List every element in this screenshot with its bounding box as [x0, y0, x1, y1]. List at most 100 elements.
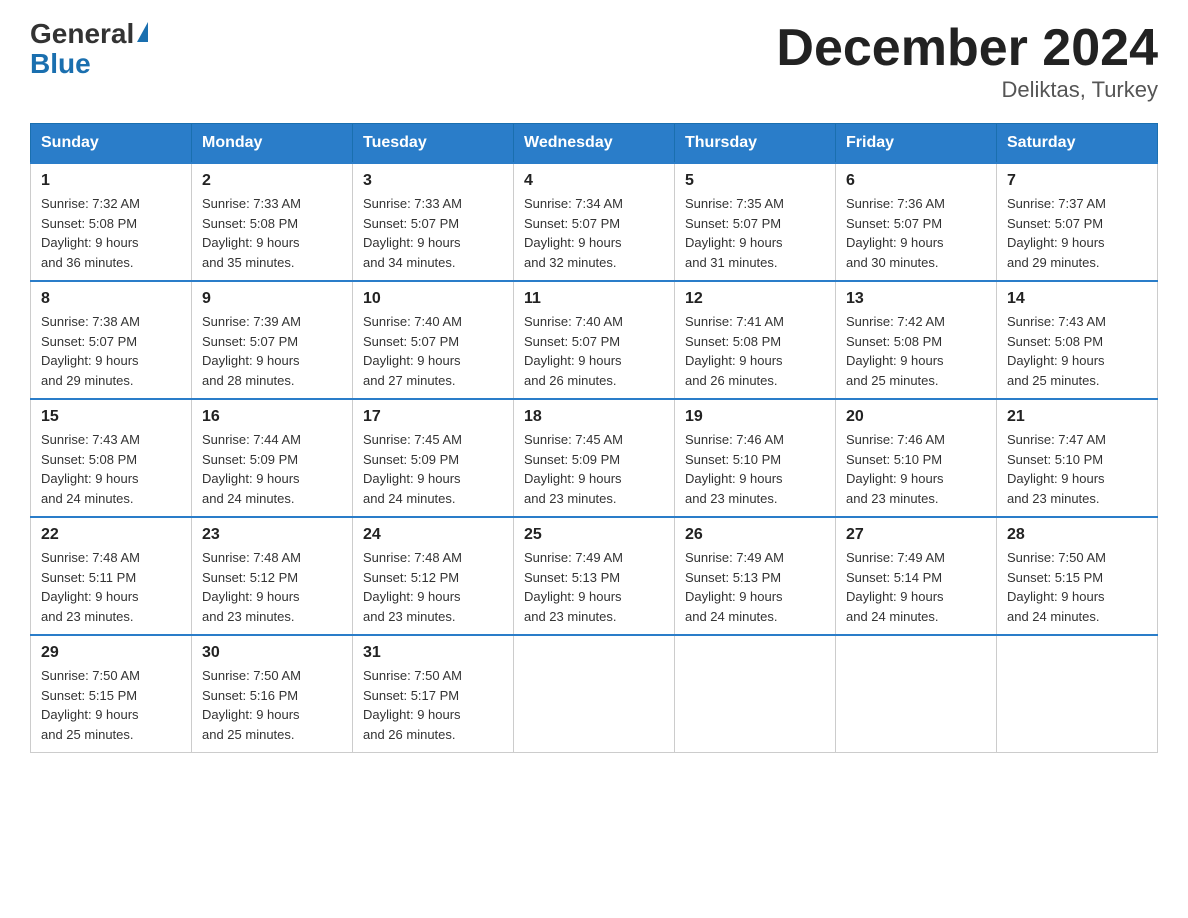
- day-info: Sunrise: 7:50 AMSunset: 5:15 PMDaylight:…: [1007, 550, 1106, 624]
- day-number: 2: [202, 172, 342, 190]
- day-number: 19: [685, 408, 825, 426]
- day-info: Sunrise: 7:40 AMSunset: 5:07 PMDaylight:…: [524, 314, 623, 388]
- day-number: 17: [363, 408, 503, 426]
- day-number: 1: [41, 172, 181, 190]
- calendar-week-row: 15 Sunrise: 7:43 AMSunset: 5:08 PMDaylig…: [31, 399, 1158, 517]
- day-number: 31: [363, 644, 503, 662]
- day-info: Sunrise: 7:41 AMSunset: 5:08 PMDaylight:…: [685, 314, 784, 388]
- day-number: 22: [41, 526, 181, 544]
- day-info: Sunrise: 7:43 AMSunset: 5:08 PMDaylight:…: [1007, 314, 1106, 388]
- day-info: Sunrise: 7:46 AMSunset: 5:10 PMDaylight:…: [685, 432, 784, 506]
- location-subtitle: Deliktas, Turkey: [776, 77, 1158, 103]
- day-info: Sunrise: 7:45 AMSunset: 5:09 PMDaylight:…: [363, 432, 462, 506]
- page-header: General Blue December 2024 Deliktas, Tur…: [30, 20, 1158, 103]
- col-header-thursday: Thursday: [675, 124, 836, 164]
- col-header-saturday: Saturday: [997, 124, 1158, 164]
- logo-general-text: General: [30, 20, 134, 48]
- calendar-day-cell: 26 Sunrise: 7:49 AMSunset: 5:13 PMDaylig…: [675, 517, 836, 635]
- calendar-day-cell: 19 Sunrise: 7:46 AMSunset: 5:10 PMDaylig…: [675, 399, 836, 517]
- day-number: 20: [846, 408, 986, 426]
- day-number: 7: [1007, 172, 1147, 190]
- day-number: 14: [1007, 290, 1147, 308]
- calendar-week-row: 29 Sunrise: 7:50 AMSunset: 5:15 PMDaylig…: [31, 635, 1158, 753]
- calendar-day-cell: 3 Sunrise: 7:33 AMSunset: 5:07 PMDayligh…: [353, 163, 514, 281]
- calendar-day-cell: 7 Sunrise: 7:37 AMSunset: 5:07 PMDayligh…: [997, 163, 1158, 281]
- logo-triangle-icon: [137, 22, 148, 42]
- day-info: Sunrise: 7:33 AMSunset: 5:08 PMDaylight:…: [202, 196, 301, 270]
- day-info: Sunrise: 7:48 AMSunset: 5:11 PMDaylight:…: [41, 550, 140, 624]
- day-number: 18: [524, 408, 664, 426]
- day-number: 11: [524, 290, 664, 308]
- calendar-day-cell: 10 Sunrise: 7:40 AMSunset: 5:07 PMDaylig…: [353, 281, 514, 399]
- calendar-day-cell: 14 Sunrise: 7:43 AMSunset: 5:08 PMDaylig…: [997, 281, 1158, 399]
- day-number: 27: [846, 526, 986, 544]
- calendar-header-row: SundayMondayTuesdayWednesdayThursdayFrid…: [31, 124, 1158, 164]
- col-header-tuesday: Tuesday: [353, 124, 514, 164]
- day-info: Sunrise: 7:37 AMSunset: 5:07 PMDaylight:…: [1007, 196, 1106, 270]
- day-number: 25: [524, 526, 664, 544]
- day-number: 3: [363, 172, 503, 190]
- day-number: 13: [846, 290, 986, 308]
- calendar-day-cell: 1 Sunrise: 7:32 AMSunset: 5:08 PMDayligh…: [31, 163, 192, 281]
- day-number: 26: [685, 526, 825, 544]
- calendar-day-cell: 31 Sunrise: 7:50 AMSunset: 5:17 PMDaylig…: [353, 635, 514, 753]
- day-info: Sunrise: 7:50 AMSunset: 5:16 PMDaylight:…: [202, 668, 301, 742]
- calendar-week-row: 1 Sunrise: 7:32 AMSunset: 5:08 PMDayligh…: [31, 163, 1158, 281]
- calendar-day-cell: 18 Sunrise: 7:45 AMSunset: 5:09 PMDaylig…: [514, 399, 675, 517]
- title-block: December 2024 Deliktas, Turkey: [776, 20, 1158, 103]
- day-info: Sunrise: 7:34 AMSunset: 5:07 PMDaylight:…: [524, 196, 623, 270]
- day-info: Sunrise: 7:49 AMSunset: 5:13 PMDaylight:…: [524, 550, 623, 624]
- calendar-day-cell: 4 Sunrise: 7:34 AMSunset: 5:07 PMDayligh…: [514, 163, 675, 281]
- day-info: Sunrise: 7:50 AMSunset: 5:15 PMDaylight:…: [41, 668, 140, 742]
- day-number: 6: [846, 172, 986, 190]
- day-info: Sunrise: 7:44 AMSunset: 5:09 PMDaylight:…: [202, 432, 301, 506]
- calendar-day-cell: 21 Sunrise: 7:47 AMSunset: 5:10 PMDaylig…: [997, 399, 1158, 517]
- calendar-day-cell: 28 Sunrise: 7:50 AMSunset: 5:15 PMDaylig…: [997, 517, 1158, 635]
- day-number: 30: [202, 644, 342, 662]
- day-info: Sunrise: 7:50 AMSunset: 5:17 PMDaylight:…: [363, 668, 462, 742]
- calendar-day-cell: [514, 635, 675, 753]
- day-info: Sunrise: 7:45 AMSunset: 5:09 PMDaylight:…: [524, 432, 623, 506]
- day-number: 8: [41, 290, 181, 308]
- day-info: Sunrise: 7:48 AMSunset: 5:12 PMDaylight:…: [202, 550, 301, 624]
- calendar-day-cell: [675, 635, 836, 753]
- day-info: Sunrise: 7:47 AMSunset: 5:10 PMDaylight:…: [1007, 432, 1106, 506]
- calendar-table: SundayMondayTuesdayWednesdayThursdayFrid…: [30, 123, 1158, 753]
- month-title: December 2024: [776, 20, 1158, 77]
- day-number: 29: [41, 644, 181, 662]
- day-info: Sunrise: 7:38 AMSunset: 5:07 PMDaylight:…: [41, 314, 140, 388]
- day-info: Sunrise: 7:48 AMSunset: 5:12 PMDaylight:…: [363, 550, 462, 624]
- day-info: Sunrise: 7:49 AMSunset: 5:13 PMDaylight:…: [685, 550, 784, 624]
- calendar-day-cell: 20 Sunrise: 7:46 AMSunset: 5:10 PMDaylig…: [836, 399, 997, 517]
- day-info: Sunrise: 7:40 AMSunset: 5:07 PMDaylight:…: [363, 314, 462, 388]
- day-number: 10: [363, 290, 503, 308]
- day-info: Sunrise: 7:36 AMSunset: 5:07 PMDaylight:…: [846, 196, 945, 270]
- calendar-week-row: 8 Sunrise: 7:38 AMSunset: 5:07 PMDayligh…: [31, 281, 1158, 399]
- day-number: 4: [524, 172, 664, 190]
- calendar-day-cell: 15 Sunrise: 7:43 AMSunset: 5:08 PMDaylig…: [31, 399, 192, 517]
- calendar-day-cell: 5 Sunrise: 7:35 AMSunset: 5:07 PMDayligh…: [675, 163, 836, 281]
- calendar-day-cell: 11 Sunrise: 7:40 AMSunset: 5:07 PMDaylig…: [514, 281, 675, 399]
- calendar-day-cell: 29 Sunrise: 7:50 AMSunset: 5:15 PMDaylig…: [31, 635, 192, 753]
- day-number: 24: [363, 526, 503, 544]
- logo-blue-text: Blue: [30, 48, 91, 79]
- calendar-day-cell: 2 Sunrise: 7:33 AMSunset: 5:08 PMDayligh…: [192, 163, 353, 281]
- day-info: Sunrise: 7:46 AMSunset: 5:10 PMDaylight:…: [846, 432, 945, 506]
- day-number: 16: [202, 408, 342, 426]
- day-number: 21: [1007, 408, 1147, 426]
- day-number: 23: [202, 526, 342, 544]
- calendar-day-cell: 12 Sunrise: 7:41 AMSunset: 5:08 PMDaylig…: [675, 281, 836, 399]
- calendar-day-cell: 23 Sunrise: 7:48 AMSunset: 5:12 PMDaylig…: [192, 517, 353, 635]
- calendar-day-cell: 22 Sunrise: 7:48 AMSunset: 5:11 PMDaylig…: [31, 517, 192, 635]
- calendar-day-cell: 16 Sunrise: 7:44 AMSunset: 5:09 PMDaylig…: [192, 399, 353, 517]
- day-info: Sunrise: 7:39 AMSunset: 5:07 PMDaylight:…: [202, 314, 301, 388]
- logo: General Blue: [30, 20, 148, 80]
- col-header-monday: Monday: [192, 124, 353, 164]
- calendar-day-cell: [836, 635, 997, 753]
- calendar-day-cell: 8 Sunrise: 7:38 AMSunset: 5:07 PMDayligh…: [31, 281, 192, 399]
- day-number: 5: [685, 172, 825, 190]
- col-header-sunday: Sunday: [31, 124, 192, 164]
- day-number: 9: [202, 290, 342, 308]
- calendar-day-cell: [997, 635, 1158, 753]
- day-info: Sunrise: 7:43 AMSunset: 5:08 PMDaylight:…: [41, 432, 140, 506]
